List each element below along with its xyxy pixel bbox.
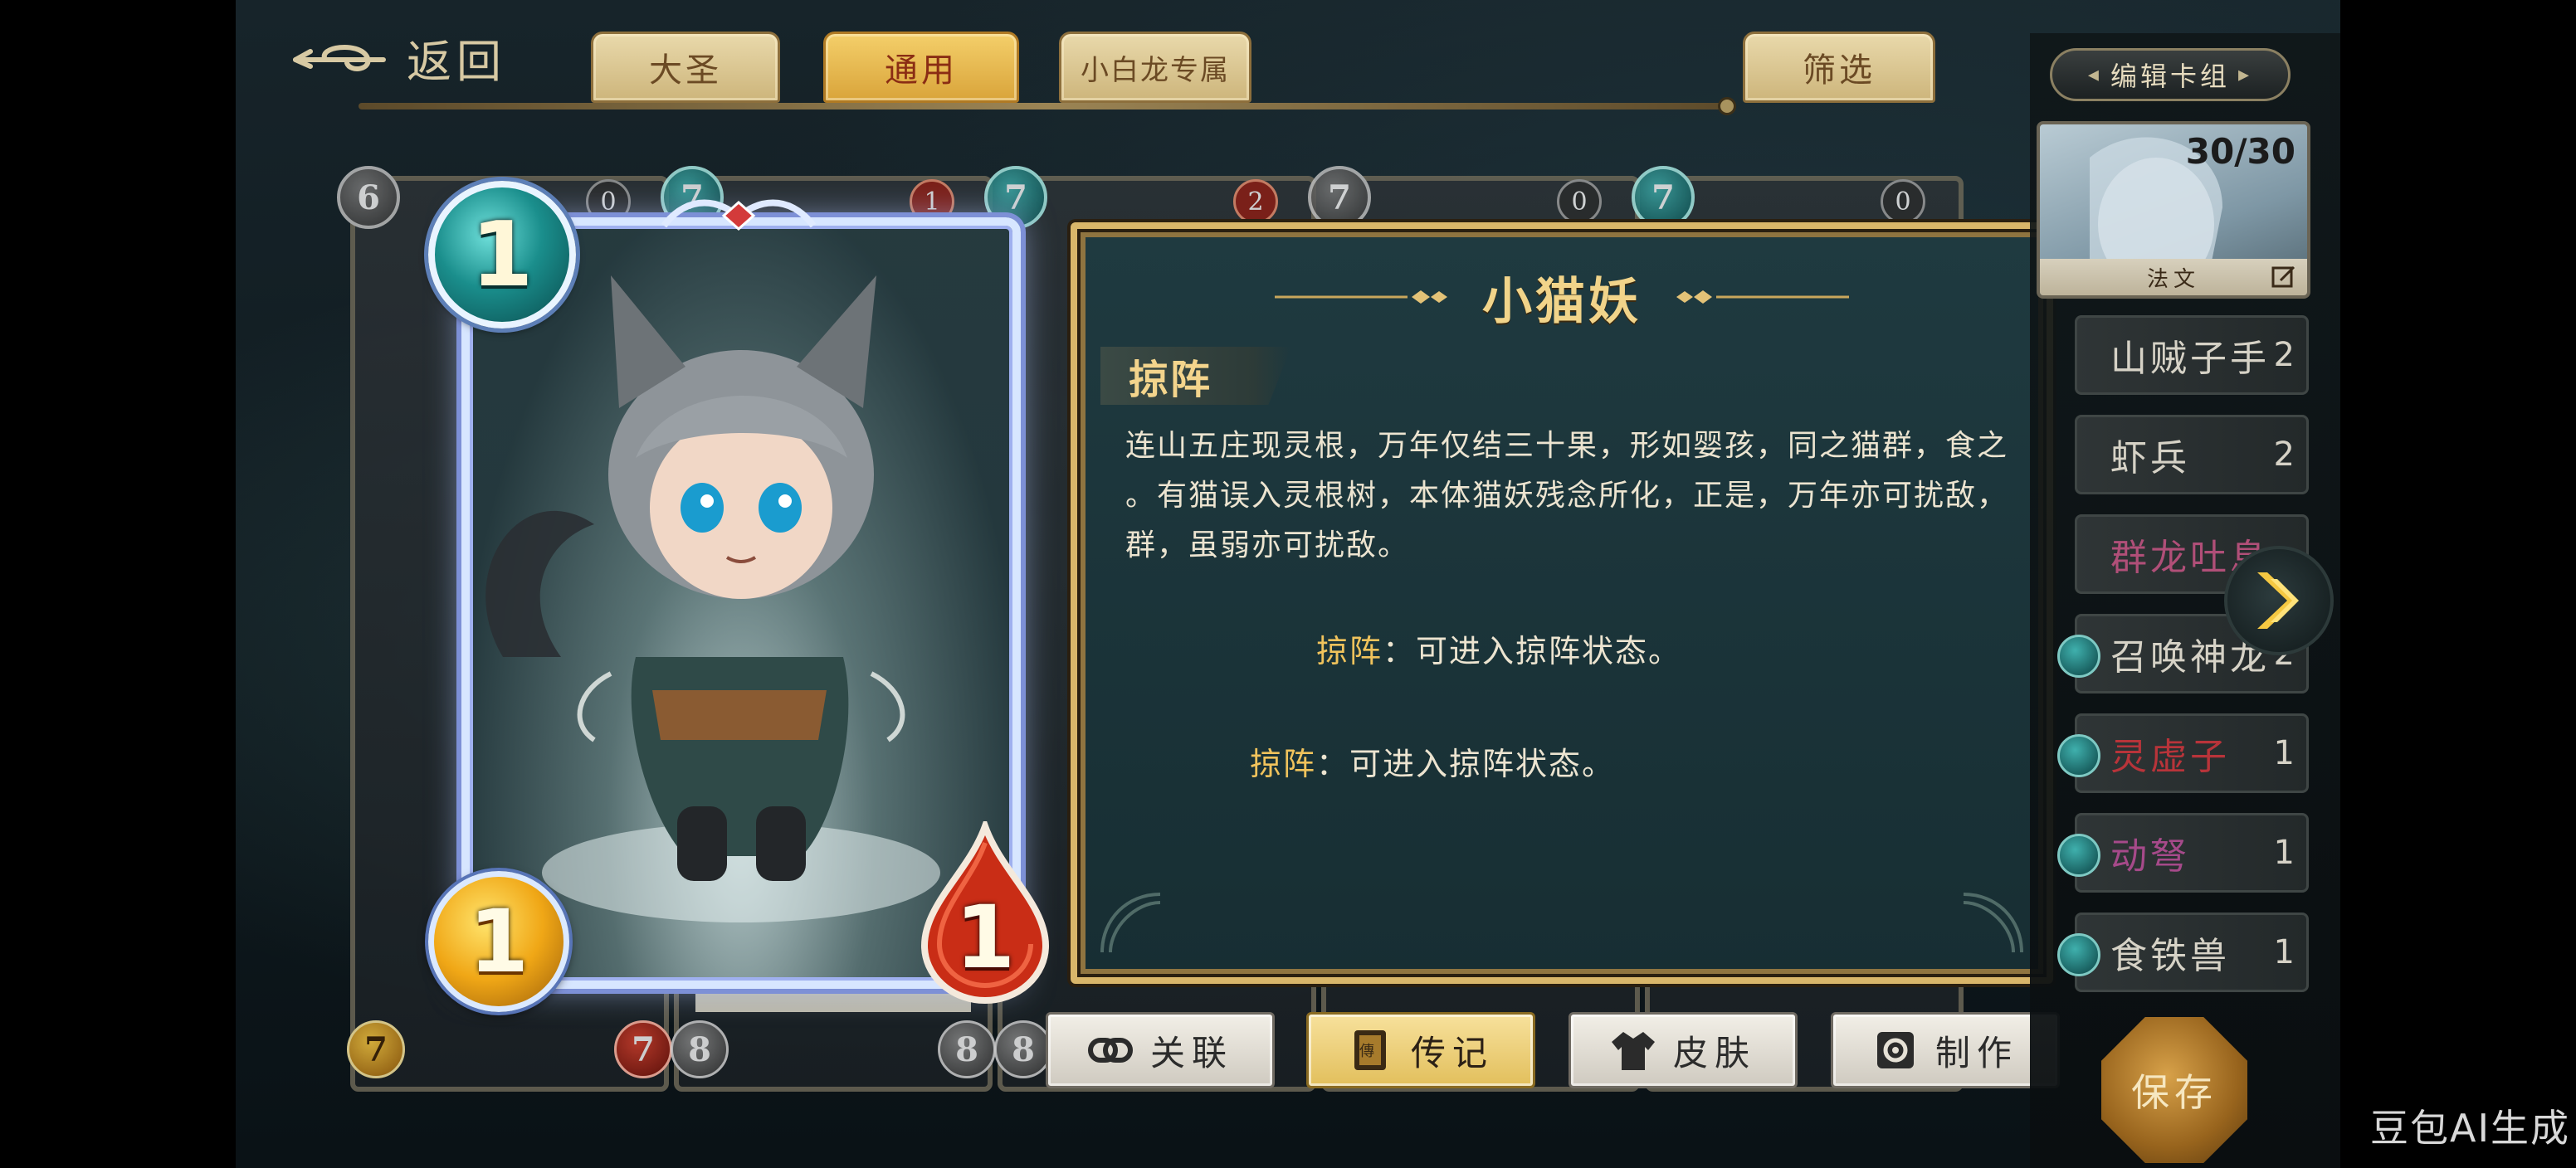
skill-text: ：可进入掠阵状态。 [1316,746,1616,782]
cost-gem-icon [2057,635,2100,678]
cost-gem-icon [2057,734,2100,777]
deck-card-name: 山贼子手 [2110,338,2270,380]
deck-card-count-badge: 1 [2273,734,2295,772]
card-cost: 7 [1632,166,1695,229]
biography-button[interactable]: 傳 传记 [1306,1012,1535,1088]
title-ornament-left-icon [1275,290,1447,304]
deck-card-name: 食铁兽 [2110,935,2230,977]
deck-card-count-badge: 1 [2273,933,2295,971]
link-icon [1087,1038,1133,1063]
watermark: 豆包AI生成 [2370,1106,2571,1151]
skill-keyword: 掠阵 [1250,746,1317,782]
tab-general[interactable]: 通用 [823,32,1019,103]
lore-line: 群，虽弱亦可扰敌。 [1125,528,1410,562]
skill-text: ：可进入掠阵状态。 [1383,633,1682,669]
svg-text:傳: 傳 [1359,1043,1381,1060]
deck-list-item[interactable]: 灵虚子 1 [2057,713,2309,793]
card-health: 8 [938,1020,996,1078]
back-label: 返回 [407,36,506,88]
deck-card-name: 动弩 [2110,835,2190,878]
deck-card-count-badge: 2 [2273,436,2295,474]
tab-rail-knob [1718,97,1736,115]
screen: 返回 大圣 通用 小白龙专属 筛选 6 0 7 7 7 1 1/1的龙龟 8 8… [0,0,2576,1168]
skill-keyword: 掠阵 [1316,633,1383,669]
shirt-icon [1611,1032,1655,1070]
card-attack: 8 [994,1020,1052,1078]
back-button[interactable]: 返回 [292,25,506,90]
card-health: 7 [614,1020,672,1078]
arrow-right-icon: ▸ [2238,62,2253,87]
back-arrow-icon [293,44,386,71]
cost-gem-icon [2057,933,2100,976]
edit-icon[interactable] [2271,264,2297,290]
book-icon: 傳 [1354,1030,1386,1070]
card-name: 小猫妖 [1482,272,1642,331]
card-hp: 0 [1881,179,1925,224]
deck-card-name: 灵虚子 [2110,736,2230,778]
section-tag: 掠阵 [1100,347,1291,405]
related-label: 关联 [1149,1032,1233,1073]
hero-class-label: 法文 [2040,259,2307,295]
card-hp: 0 [1557,179,1602,224]
title-ornament-right-icon [1676,290,1849,304]
deck-name-button[interactable]: ◂ 编辑卡组 ▸ [2050,48,2291,101]
deck-list-item[interactable]: 虾兵 2 [2075,415,2309,494]
card-hp: 2 [1233,179,1278,224]
deck-list-item[interactable]: 食铁兽 1 [2057,912,2309,992]
card-detail-panel: 小猫妖 掠阵 连山五庄现灵根，万年仅结三十果，形如婴孩，同之猫群，食之 。有猫误… [1071,222,2053,984]
card-attack: 7 [347,1020,405,1078]
skin-label: 皮肤 [1672,1032,1756,1073]
skill-line: 掠阵：可进入掠阵状态。 [1250,738,1615,784]
card-attack: 8 [671,1020,729,1078]
tab-xiaobailong[interactable]: 小白龙专属 [1059,32,1251,103]
featured-card-cost: 1 [428,181,576,328]
corner-ornament-icon [1100,893,1161,953]
skin-button[interactable]: 皮肤 [1569,1012,1798,1088]
arrow-left-icon: ◂ [2087,62,2102,87]
deck-list-item[interactable]: 动弩 1 [2057,813,2309,893]
tab-dasheng[interactable]: 大圣 [591,32,780,103]
corner-ornament-icon [1963,893,2023,953]
lore-line: 。有猫误入灵根树，本体猫妖残念所化，正是，万年亦可扰敌， [1125,479,2009,513]
cost-gem-icon [2057,834,2100,877]
craft-icon [1876,1032,1914,1068]
card-lore: 连山五庄现灵根，万年仅结三十果，形如婴孩，同之猫群，食之 。有猫误入灵根树，本体… [1125,421,2030,571]
featured-card-health: 1 [954,887,1016,988]
deck-list-item[interactable]: 山贼子手 2 [2075,315,2309,395]
chevron-right-icon [2257,572,2299,629]
deck-card-name: 虾兵 [2110,437,2190,479]
card-cost: 6 [337,166,400,229]
skill-line: 掠阵：可进入掠阵状态。 [1316,625,1681,671]
related-button[interactable]: 关联 [1046,1012,1275,1088]
card-cost: 7 [1308,166,1371,229]
card-crest-icon [661,199,817,231]
filter-button[interactable]: 筛选 [1743,32,1935,103]
biography-label: 传记 [1410,1032,1494,1073]
deck-card-count-badge: 2 [2273,336,2295,374]
featured-card-attack: 1 [428,871,569,1012]
next-page-button[interactable] [2224,546,2334,655]
panel-title-row: 小猫妖 [1077,264,2047,331]
tab-rail [359,103,1736,110]
deck-name-label: 编辑卡组 [2110,61,2230,92]
deck-card-count-badge: 1 [2273,834,2295,872]
craft-label: 制作 [1934,1032,2018,1073]
deck-card-count: 30/30 [2185,131,2295,172]
lore-line: 连山五庄现灵根，万年仅结三十果，形如婴孩，同之猫群，食之 [1125,429,2009,463]
craft-button[interactable]: 制作 [1831,1012,2060,1088]
hero-portrait[interactable]: 30/30 法文 [2037,121,2310,299]
